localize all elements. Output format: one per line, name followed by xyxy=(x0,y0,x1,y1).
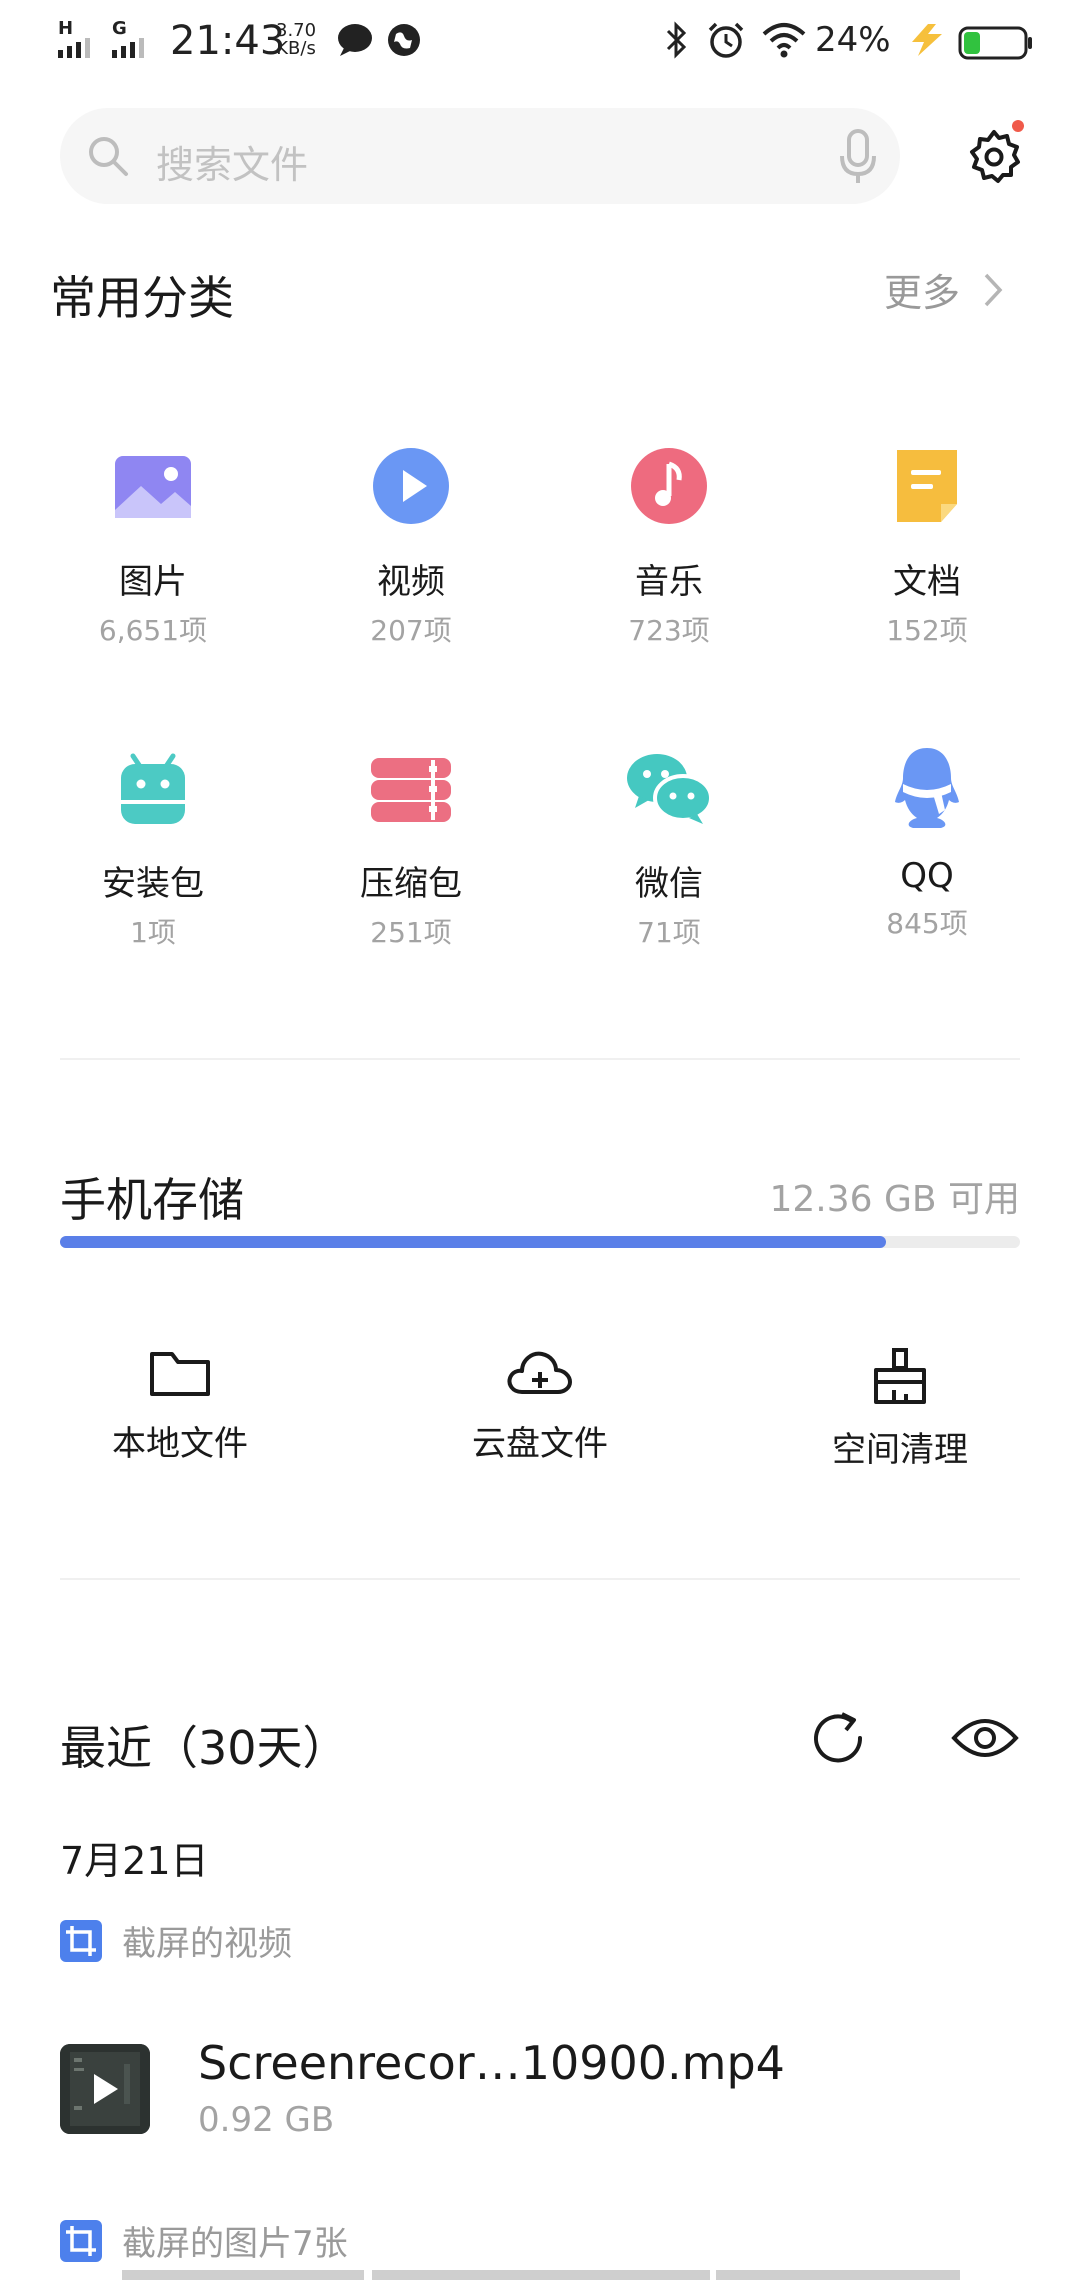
music-note-icon xyxy=(621,438,717,534)
category-qq[interactable]: QQ 845项 xyxy=(827,740,1027,942)
category-count: 251项 xyxy=(370,916,452,949)
status-bar: H G 21:43 3.70 KB/s 24% xyxy=(0,0,1080,84)
recent-title: 最近（30天） xyxy=(60,1721,349,1775)
message-bubble-icon xyxy=(338,24,372,56)
notification-dot xyxy=(1012,120,1024,132)
recent-source-label: 截屏的图片7张 xyxy=(122,2224,348,2264)
cloud-files-button[interactable]: 云盘文件 xyxy=(410,1346,670,1465)
category-documents[interactable]: 文档 152项 xyxy=(827,438,1027,649)
signal-bars-icon xyxy=(58,38,90,58)
category-label: 压缩包 xyxy=(360,864,462,904)
section-divider xyxy=(60,1578,1020,1580)
image-thumbnail[interactable] xyxy=(122,2270,364,2280)
recent-date-header: 7月21日 xyxy=(60,1839,209,1883)
android-icon xyxy=(105,740,201,836)
qq-penguin-icon xyxy=(879,740,975,836)
category-label: 图片 xyxy=(119,562,187,602)
tool-label: 云盘文件 xyxy=(472,1424,608,1464)
category-archives[interactable]: 压缩包 251项 xyxy=(311,740,511,951)
broom-icon xyxy=(874,1348,926,1404)
refresh-icon[interactable] xyxy=(808,1708,870,1770)
clock: 21:43 xyxy=(170,18,286,64)
image-icon xyxy=(105,438,201,534)
signal-bars-icon xyxy=(112,38,144,58)
screenshot-crop-icon xyxy=(60,2219,102,2262)
category-count: 1项 xyxy=(130,916,176,949)
category-label: 音乐 xyxy=(635,562,703,602)
category-count: 207项 xyxy=(370,614,452,647)
alarm-clock-icon xyxy=(708,22,744,58)
category-label: 视频 xyxy=(377,562,445,602)
screenshot-crop-icon xyxy=(60,1919,102,1962)
image-thumbnail[interactable] xyxy=(716,2270,960,2280)
category-images[interactable]: 图片 6,651项 xyxy=(53,438,253,649)
category-count: 6,651项 xyxy=(98,614,208,647)
video-play-icon xyxy=(60,2044,150,2134)
category-count: 152项 xyxy=(886,614,968,647)
video-play-icon xyxy=(363,438,459,534)
bluetooth-icon xyxy=(666,21,687,59)
category-count: 723项 xyxy=(628,614,710,647)
recent-file-size: 0.92 GB xyxy=(198,2100,335,2140)
category-label: 安装包 xyxy=(102,864,204,904)
recent-group-source[interactable]: 截屏的图片7张 xyxy=(60,2216,348,2265)
category-videos[interactable]: 视频 207项 xyxy=(311,438,511,649)
fast-charging-bolt-icon xyxy=(912,24,942,56)
space-clean-button[interactable]: 空间清理 xyxy=(770,1346,1030,1471)
microphone-icon[interactable] xyxy=(838,128,878,186)
network-speed: 3.70 KB/s xyxy=(276,22,316,58)
category-wechat[interactable]: 微信 71项 xyxy=(569,740,769,951)
wifi-icon xyxy=(762,23,806,58)
search-icon xyxy=(89,137,128,176)
recent-file-name[interactable]: Screenrecor…10900.mp4 xyxy=(198,2036,785,2090)
recent-group-source[interactable]: 截屏的视频 xyxy=(60,1916,292,1965)
storage-available: 12.36 GB 可用 xyxy=(769,1179,1020,1220)
more-label: 更多 xyxy=(884,271,961,315)
network-speed-unit: KB/s xyxy=(276,38,316,59)
network-type-tag-2: G xyxy=(112,18,127,39)
section-divider xyxy=(60,1058,1020,1060)
wechat-icon xyxy=(621,740,717,836)
storage-usage-fill xyxy=(60,1236,886,1248)
video-thumbnail[interactable] xyxy=(60,2044,150,2134)
category-label: 微信 xyxy=(635,864,703,904)
network-type-tag-1: H xyxy=(58,18,74,39)
search-input[interactable]: 搜索文件 xyxy=(60,108,900,204)
eye-icon[interactable] xyxy=(950,1712,1020,1764)
search-placeholder: 搜索文件 xyxy=(156,143,309,187)
category-apk[interactable]: 安装包 1项 xyxy=(53,740,253,951)
categories-title: 常用分类 xyxy=(50,271,234,325)
category-label: 文档 xyxy=(893,562,961,602)
chevron-right-icon xyxy=(984,273,1003,306)
browser-globe-icon xyxy=(388,24,420,56)
tool-label: 空间清理 xyxy=(832,1430,968,1470)
battery-icon xyxy=(958,26,1032,60)
category-label: QQ xyxy=(900,856,954,896)
storage-usage-bar xyxy=(60,1236,1020,1248)
folder-icon xyxy=(150,1352,210,1396)
local-files-button[interactable]: 本地文件 xyxy=(50,1346,310,1465)
storage-title: 手机存储 xyxy=(60,1173,244,1227)
category-music[interactable]: 音乐 723项 xyxy=(569,438,769,649)
more-categories-link[interactable]: 更多 xyxy=(884,262,1004,317)
tool-label: 本地文件 xyxy=(112,1424,248,1464)
archive-icon xyxy=(363,740,459,836)
category-count: 845项 xyxy=(886,907,968,940)
document-icon xyxy=(879,438,975,534)
recent-source-label: 截屏的视频 xyxy=(122,1924,292,1964)
cloud-add-icon xyxy=(507,1351,572,1394)
category-count: 71项 xyxy=(637,916,701,949)
battery-percent: 24% xyxy=(815,20,891,60)
image-thumbnail[interactable] xyxy=(372,2270,710,2280)
settings-gear-icon[interactable] xyxy=(966,128,1022,184)
